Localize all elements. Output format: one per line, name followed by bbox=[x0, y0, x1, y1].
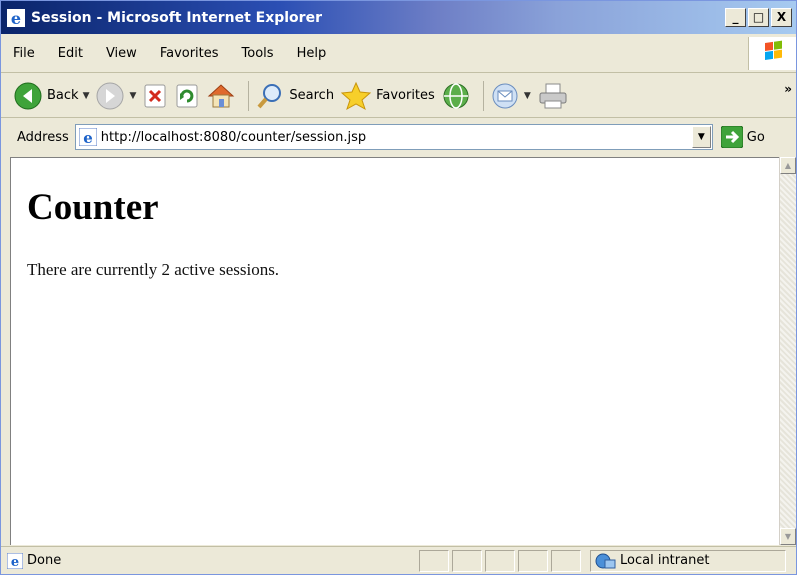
svg-text:e: e bbox=[11, 9, 21, 27]
favorites-star-icon bbox=[340, 81, 372, 110]
refresh-button[interactable] bbox=[174, 83, 200, 109]
forward-arrow-icon bbox=[96, 82, 124, 109]
toolbar-separator bbox=[482, 80, 484, 111]
local-intranet-icon bbox=[595, 553, 616, 568]
title-bar[interactable]: e Session - Microsoft Internet Explorer … bbox=[1, 1, 796, 34]
address-url: http://localhost:8080/counter/session.js… bbox=[100, 129, 367, 145]
print-button[interactable] bbox=[537, 82, 569, 110]
menu-view[interactable]: View bbox=[106, 46, 137, 61]
svg-text:e: e bbox=[11, 555, 19, 569]
refresh-icon bbox=[176, 84, 198, 107]
media-icon bbox=[443, 82, 469, 109]
forward-dropdown-icon[interactable]: ▼ bbox=[129, 91, 136, 101]
scroll-down-icon[interactable]: ▼ bbox=[780, 528, 796, 545]
menu-help[interactable]: Help bbox=[297, 46, 327, 61]
status-text: Done bbox=[27, 553, 62, 568]
address-input[interactable]: e http://localhost:8080/counter/session.… bbox=[74, 124, 713, 150]
vertical-scrollbar[interactable]: ▲ ▼ bbox=[779, 157, 796, 545]
menu-tools[interactable]: Tools bbox=[242, 46, 274, 61]
printer-icon bbox=[539, 83, 567, 108]
search-icon bbox=[257, 83, 282, 108]
internet-explorer-icon: e bbox=[7, 8, 25, 27]
favorites-button[interactable]: Favorites bbox=[340, 81, 435, 111]
status-pane bbox=[419, 549, 449, 572]
page-icon: e bbox=[78, 128, 97, 146]
go-arrow-icon bbox=[720, 126, 743, 148]
mail-button[interactable]: ▼ bbox=[490, 82, 531, 110]
toolbar-chevron-icon[interactable]: » bbox=[784, 82, 792, 96]
session-count-text: There are currently 2 active sessions. bbox=[27, 260, 280, 279]
mail-icon bbox=[492, 83, 518, 108]
status-pane bbox=[551, 549, 581, 572]
standard-toolbar: Back ▼ ▼ Search Favorites ▼ » bbox=[1, 74, 796, 118]
page-heading: Counter bbox=[27, 187, 159, 228]
browser-window: e Session - Microsoft Internet Explorer … bbox=[0, 0, 797, 575]
security-zone[interactable]: Local intranet bbox=[590, 549, 786, 572]
windows-logo-icon bbox=[748, 37, 796, 70]
back-button[interactable]: Back ▼ bbox=[13, 81, 89, 111]
svg-text:e: e bbox=[83, 129, 93, 146]
close-button[interactable]: X bbox=[771, 8, 792, 27]
status-pane bbox=[518, 549, 548, 572]
stop-button[interactable] bbox=[142, 83, 168, 109]
scroll-up-icon[interactable]: ▲ bbox=[780, 157, 796, 174]
status-main-pane: e Done bbox=[7, 550, 419, 572]
home-icon bbox=[208, 83, 235, 107]
search-label: Search bbox=[289, 88, 335, 103]
zone-label: Local intranet bbox=[620, 553, 710, 568]
page-viewport[interactable]: Counter There are currently 2 active ses… bbox=[10, 157, 787, 545]
status-bar: e Done Local intranet bbox=[1, 546, 796, 574]
menu-edit[interactable]: Edit bbox=[58, 46, 83, 61]
page-done-icon: e bbox=[7, 552, 23, 569]
menu-favorites[interactable]: Favorites bbox=[160, 46, 219, 61]
address-label: Address bbox=[17, 129, 69, 145]
toolbar-separator bbox=[248, 80, 250, 111]
minimize-button[interactable]: _ bbox=[725, 8, 746, 27]
go-label: Go bbox=[746, 129, 765, 145]
window-title: Session - Microsoft Internet Explorer bbox=[31, 9, 322, 26]
mail-dropdown-icon[interactable]: ▼ bbox=[524, 91, 531, 101]
status-pane bbox=[452, 549, 482, 572]
go-button[interactable]: Go bbox=[720, 126, 765, 148]
home-button[interactable] bbox=[206, 82, 236, 110]
address-dropdown-icon[interactable]: ▼ bbox=[691, 126, 711, 148]
search-button[interactable]: Search bbox=[255, 81, 334, 111]
address-bar: Address e http://localhost:8080/counter/… bbox=[1, 119, 796, 155]
favorites-label: Favorites bbox=[376, 88, 435, 103]
media-button[interactable] bbox=[441, 81, 471, 111]
status-pane bbox=[485, 549, 515, 572]
back-dropdown-icon[interactable]: ▼ bbox=[83, 91, 90, 101]
forward-button[interactable]: ▼ bbox=[95, 81, 136, 111]
back-arrow-icon bbox=[14, 82, 42, 109]
stop-icon bbox=[144, 84, 166, 107]
back-label: Back bbox=[47, 88, 79, 103]
window-controls: _ □ X bbox=[725, 8, 792, 27]
menu-bar: File Edit View Favorites Tools Help bbox=[1, 35, 796, 73]
maximize-button[interactable]: □ bbox=[748, 8, 769, 27]
menu-file[interactable]: File bbox=[13, 46, 35, 61]
